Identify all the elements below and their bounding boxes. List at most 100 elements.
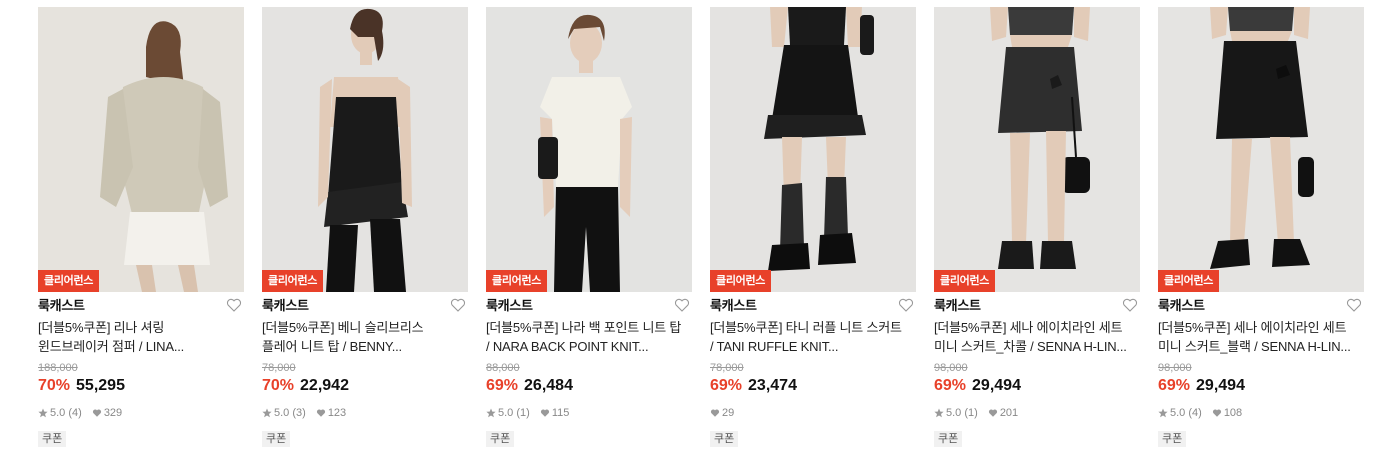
star-icon	[1158, 408, 1168, 418]
heart-outline-icon[interactable]	[226, 297, 242, 313]
model-beige-jacket-photo-icon	[38, 7, 244, 292]
product-image[interactable]: 클리어런스	[262, 7, 468, 292]
model-black-mini-skirt-photo-icon	[1158, 7, 1364, 292]
rating-value: 5.0	[1170, 407, 1186, 419]
brand-name[interactable]: 룩캐스트	[486, 295, 692, 317]
sale-price: 22,942	[300, 377, 349, 394]
like-count: 115	[551, 407, 570, 419]
discount-rate: 70%	[262, 377, 295, 394]
brand-row: 룩캐스트	[486, 295, 692, 317]
product-card[interactable]: 클리어런스 룩캐스트 [더블5%쿠폰] 리나 셔링 윈드브레이커 점퍼 / LI…	[38, 7, 244, 447]
heart-outline-icon[interactable]	[674, 297, 690, 313]
price-row: 70% 55,295	[38, 376, 244, 396]
like-count: 201	[999, 407, 1019, 419]
model-charcoal-mini-skirt-photo-icon	[934, 7, 1140, 292]
product-name-line2: / TANI RUFFLE KNIT...	[710, 339, 839, 354]
brand-name[interactable]: 룩캐스트	[1158, 295, 1364, 317]
brand-name[interactable]: 룩캐스트	[934, 295, 1140, 317]
product-name[interactable]: [더블5%쿠폰] 타니 러플 니트 스커트 / TANI RUFFLE KNIT…	[710, 318, 916, 358]
discount-rate: 69%	[710, 377, 743, 394]
clearance-badge: 클리어런스	[710, 270, 772, 292]
star-icon	[262, 408, 272, 418]
clearance-badge: 클리어런스	[934, 270, 996, 292]
product-card[interactable]: 클리어런스 룩캐스트 [더블5%쿠폰] 세나 에이치라인 세트 미니 스커트_차…	[934, 7, 1140, 447]
product-image[interactable]: 클리어런스	[934, 7, 1140, 292]
heart-filled-icon	[710, 409, 720, 417]
brand-row: 룩캐스트	[262, 295, 468, 317]
product-card[interactable]: 클리어런스 룩캐스트 [더블5%쿠폰] 타니 러플 니트 스커트 / TANI …	[710, 7, 916, 447]
product-card[interactable]: 클리어런스 룩캐스트 [더블5%쿠폰] 베니 슬리브리스 플레어 니트 탑 / …	[262, 7, 468, 447]
coupon-tag: 쿠폰	[934, 431, 963, 447]
coupon-tag: 쿠폰	[710, 431, 739, 447]
heart-filled-icon	[988, 409, 997, 417]
rating-value: 5.0	[50, 407, 66, 419]
review-meta: 5.0 (4) 108	[1158, 406, 1364, 420]
product-name-line1: [더블5%쿠폰] 나라 백 포인트 니트 탑	[486, 320, 682, 335]
product-card[interactable]: 클리어런스 룩캐스트 [더블5%쿠폰] 세나 에이치라인 세트 미니 스커트_블…	[1158, 7, 1364, 447]
price-row: 69% 29,494	[1158, 376, 1364, 396]
model-black-sleeveless-top-photo-icon	[262, 7, 468, 292]
product-name-line2: 플레어 니트 탑 / BENNY...	[262, 339, 402, 354]
like-count: 29	[722, 407, 735, 419]
review-meta: 5.0 (1) 115	[486, 406, 692, 420]
product-name[interactable]: [더블5%쿠폰] 세나 에이치라인 세트 미니 스커트_블랙 / SENNA H…	[1158, 318, 1364, 358]
discount-rate: 70%	[38, 377, 71, 394]
product-name-line2: / NARA BACK POINT KNIT...	[486, 339, 649, 354]
sale-price: 29,494	[972, 377, 1021, 394]
sale-price: 55,295	[76, 377, 125, 394]
sale-price: 23,474	[748, 377, 797, 394]
heart-filled-icon	[92, 409, 101, 417]
price-row: 70% 22,942	[262, 376, 468, 396]
rating-value: 5.0	[946, 407, 962, 419]
product-name-line1: [더블5%쿠폰] 리나 셔링	[38, 320, 165, 335]
product-image[interactable]: 클리어런스	[486, 7, 692, 292]
brand-name[interactable]: 룩캐스트	[262, 295, 468, 317]
product-name-line1: [더블5%쿠폰] 세나 에이치라인 세트	[1158, 320, 1347, 335]
brand-row: 룩캐스트	[38, 295, 244, 317]
review-count: (1)	[964, 407, 978, 419]
star-icon	[486, 408, 496, 418]
product-name[interactable]: [더블5%쿠폰] 나라 백 포인트 니트 탑 / NARA BACK POINT…	[486, 318, 692, 358]
heart-outline-icon[interactable]	[450, 297, 466, 313]
like-count: 108	[1223, 407, 1243, 419]
product-name-line2: 미니 스커트_블랙 / SENNA H-LIN...	[1158, 339, 1351, 354]
price-row: 69% 26,484	[486, 376, 692, 396]
original-price: 78,000	[262, 362, 296, 374]
price-row: 69% 29,494	[934, 376, 1140, 396]
brand-name[interactable]: 룩캐스트	[38, 295, 244, 317]
like-count: 329	[103, 407, 123, 419]
discount-rate: 69%	[934, 377, 967, 394]
product-name-line1: [더블5%쿠폰] 타니 러플 니트 스커트	[710, 320, 902, 335]
clearance-badge: 클리어런스	[486, 270, 548, 292]
product-name[interactable]: [더블5%쿠폰] 세나 에이치라인 세트 미니 스커트_차콜 / SENNA H…	[934, 318, 1140, 358]
heart-outline-icon[interactable]	[898, 297, 914, 313]
product-name[interactable]: [더블5%쿠폰] 리나 셔링 윈드브레이커 점퍼 / LINA...	[38, 318, 244, 358]
heart-outline-icon[interactable]	[1346, 297, 1362, 313]
product-image[interactable]: 클리어런스	[38, 7, 244, 292]
product-name-line1: [더블5%쿠폰] 베니 슬리브리스	[262, 320, 424, 335]
heart-outline-icon[interactable]	[1122, 297, 1138, 313]
clearance-badge: 클리어런스	[262, 270, 324, 292]
clearance-badge: 클리어런스	[1158, 270, 1220, 292]
review-meta: 5.0 (4) 329	[38, 406, 244, 420]
clearance-badge: 클리어런스	[38, 270, 100, 292]
product-name[interactable]: [더블5%쿠폰] 베니 슬리브리스 플레어 니트 탑 / BENNY...	[262, 318, 468, 358]
discount-rate: 69%	[486, 377, 519, 394]
review-count: (4)	[1188, 407, 1202, 419]
coupon-tag: 쿠폰	[38, 431, 67, 447]
product-image[interactable]: 클리어런스	[710, 7, 916, 292]
star-icon	[38, 408, 48, 418]
coupon-tag: 쿠폰	[486, 431, 515, 447]
review-meta: 5.0 (3) 123	[262, 406, 468, 420]
product-image[interactable]: 클리어런스	[1158, 7, 1364, 292]
brand-row: 룩캐스트	[1158, 295, 1364, 317]
brand-name[interactable]: 룩캐스트	[710, 295, 916, 317]
model-white-knit-top-photo-icon	[486, 7, 692, 292]
heart-filled-icon	[316, 409, 325, 417]
star-icon	[934, 408, 944, 418]
review-meta: 29	[710, 406, 916, 420]
brand-row: 룩캐스트	[710, 295, 916, 317]
sale-price: 26,484	[524, 377, 573, 394]
product-card[interactable]: 클리어런스 룩캐스트 [더블5%쿠폰] 나라 백 포인트 니트 탑 / NARA…	[486, 7, 692, 447]
original-price: 98,000	[1158, 362, 1192, 374]
